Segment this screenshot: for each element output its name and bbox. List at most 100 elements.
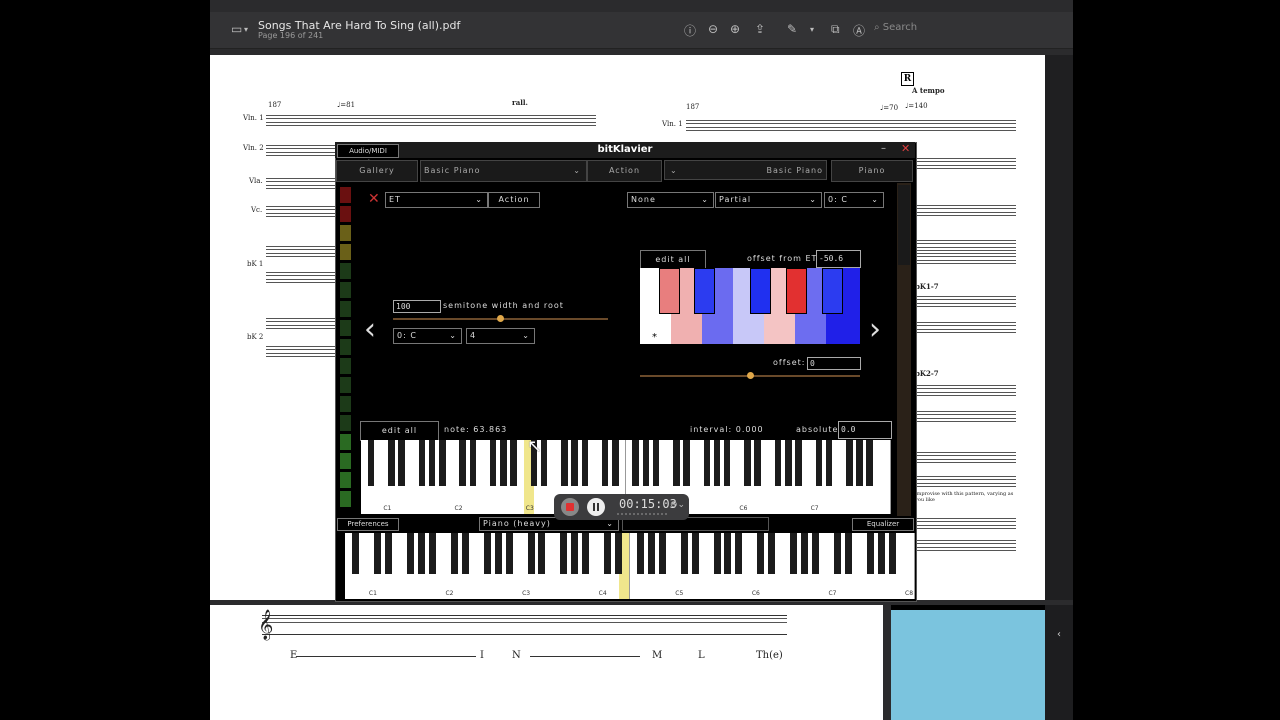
black-key[interactable] [866, 533, 874, 574]
black-key[interactable] [388, 440, 395, 486]
black-key[interactable] [428, 440, 436, 486]
white-key[interactable] [879, 440, 891, 514]
black-key[interactable] [374, 533, 382, 574]
offset-black-key[interactable] [786, 268, 807, 314]
black-key[interactable] [724, 533, 732, 574]
black-key[interactable] [352, 533, 360, 574]
markup-pen-icon[interactable]: ✎ [787, 22, 797, 36]
equalizer-button[interactable]: Equalizer [852, 518, 914, 531]
sidebar-toggle-icon[interactable]: ▭ [231, 22, 242, 36]
black-key[interactable] [812, 533, 820, 574]
gallery-button[interactable]: Gallery [336, 160, 418, 182]
semitone-width-slider-thumb[interactable] [497, 315, 504, 322]
black-key[interactable] [418, 533, 426, 574]
edit-all-keys-button[interactable]: edit all [360, 421, 439, 441]
black-key[interactable] [500, 440, 507, 486]
black-key[interactable] [790, 533, 798, 574]
offset-black-key[interactable] [659, 268, 680, 314]
black-key[interactable] [612, 440, 619, 486]
black-key[interactable] [801, 533, 809, 574]
black-key[interactable] [825, 440, 833, 486]
black-key[interactable] [398, 440, 405, 486]
black-key[interactable] [723, 440, 731, 486]
black-key[interactable] [450, 533, 458, 574]
black-key[interactable] [888, 533, 896, 574]
black-key[interactable] [744, 440, 751, 486]
black-key[interactable] [581, 440, 589, 486]
zoom-in-icon[interactable]: ⊕ [730, 22, 740, 36]
black-key[interactable] [768, 533, 776, 574]
black-key[interactable] [407, 533, 415, 574]
black-key[interactable] [483, 533, 491, 574]
piano-select[interactable]: Basic Piano ⌄ [420, 160, 587, 182]
black-key[interactable] [632, 440, 639, 486]
black-key[interactable] [439, 440, 446, 486]
black-key[interactable] [691, 533, 699, 574]
black-key[interactable] [418, 440, 426, 486]
black-key[interactable] [757, 533, 765, 574]
chevron-down-icon[interactable]: ▾ [810, 25, 814, 34]
piano-button[interactable]: Piano [831, 160, 913, 182]
black-key[interactable] [673, 440, 680, 486]
black-key[interactable] [510, 440, 517, 486]
fundamental-select[interactable]: 0: C ⌄ [824, 192, 884, 208]
black-key[interactable] [385, 533, 393, 574]
black-key[interactable] [785, 440, 792, 486]
black-key[interactable] [367, 440, 375, 486]
black-key[interactable] [833, 533, 841, 574]
semitone-root-select[interactable]: 0: C ⌄ [393, 328, 462, 344]
black-key[interactable] [652, 440, 660, 486]
scrollbar-thumb[interactable] [898, 185, 910, 265]
scale-select[interactable]: ET ⌄ [385, 192, 488, 208]
black-key[interactable] [489, 440, 497, 486]
partial-select[interactable]: Partial ⌄ [715, 192, 822, 208]
offset-black-key[interactable] [750, 268, 771, 314]
edit-all-offsets-button[interactable]: edit all [640, 250, 706, 269]
previous-preparation-icon[interactable]: ‹ [364, 312, 376, 347]
black-key[interactable] [582, 533, 590, 574]
preferences-button[interactable]: Preferences [337, 518, 399, 531]
black-key[interactable] [683, 440, 690, 486]
black-key[interactable] [601, 440, 609, 486]
audio-midi-settings-button[interactable]: Audio/MIDI Settings [337, 144, 399, 167]
black-key[interactable] [815, 440, 823, 486]
main-piano-keyboard[interactable]: C1 C2 C3 C4 C5 C6 C7 C8 [345, 533, 915, 599]
close-preparation-icon[interactable]: ✕ [368, 191, 380, 207]
black-key[interactable] [527, 533, 535, 574]
black-key[interactable] [856, 440, 863, 486]
black-key[interactable] [844, 533, 852, 574]
absolute-input[interactable]: 0.0 [838, 421, 892, 439]
adaptive-select[interactable]: None ⌄ [627, 192, 714, 208]
semitone-octave-select[interactable]: 4 ⌄ [466, 328, 535, 344]
black-key[interactable] [429, 533, 437, 574]
share-icon[interactable]: ⇪ [755, 22, 765, 36]
black-key[interactable] [636, 533, 644, 574]
stop-recording-button[interactable] [561, 498, 579, 516]
black-key[interactable] [754, 440, 761, 486]
offset-black-key[interactable] [694, 268, 715, 314]
black-key[interactable] [505, 533, 513, 574]
next-preparation-icon[interactable]: › [869, 312, 881, 347]
black-key[interactable] [735, 533, 743, 574]
black-key[interactable] [571, 533, 579, 574]
black-key[interactable] [494, 533, 502, 574]
black-key[interactable] [469, 440, 477, 486]
black-key[interactable] [680, 533, 688, 574]
black-key[interactable] [846, 440, 853, 486]
semitone-width-input[interactable]: 100 [393, 300, 441, 313]
black-key[interactable] [703, 440, 711, 486]
black-key[interactable] [561, 440, 568, 486]
black-key[interactable] [538, 533, 546, 574]
offset-input[interactable]: 0 [807, 357, 861, 370]
offset-black-key[interactable] [822, 268, 843, 314]
annotate-icon[interactable]: Ⓐ [853, 22, 865, 39]
pdf-scrollbar-area[interactable] [1045, 55, 1073, 600]
black-key[interactable] [571, 440, 578, 486]
info-icon[interactable]: ⓘ [684, 22, 696, 39]
pdf-search-field[interactable]: ⌕ Search [874, 22, 1064, 38]
black-key[interactable] [461, 533, 469, 574]
black-key[interactable] [795, 440, 802, 486]
options-chevron-icon[interactable]: ⊖⌄ [670, 500, 685, 510]
black-key[interactable] [615, 533, 623, 574]
action-button[interactable]: Action [587, 160, 662, 182]
